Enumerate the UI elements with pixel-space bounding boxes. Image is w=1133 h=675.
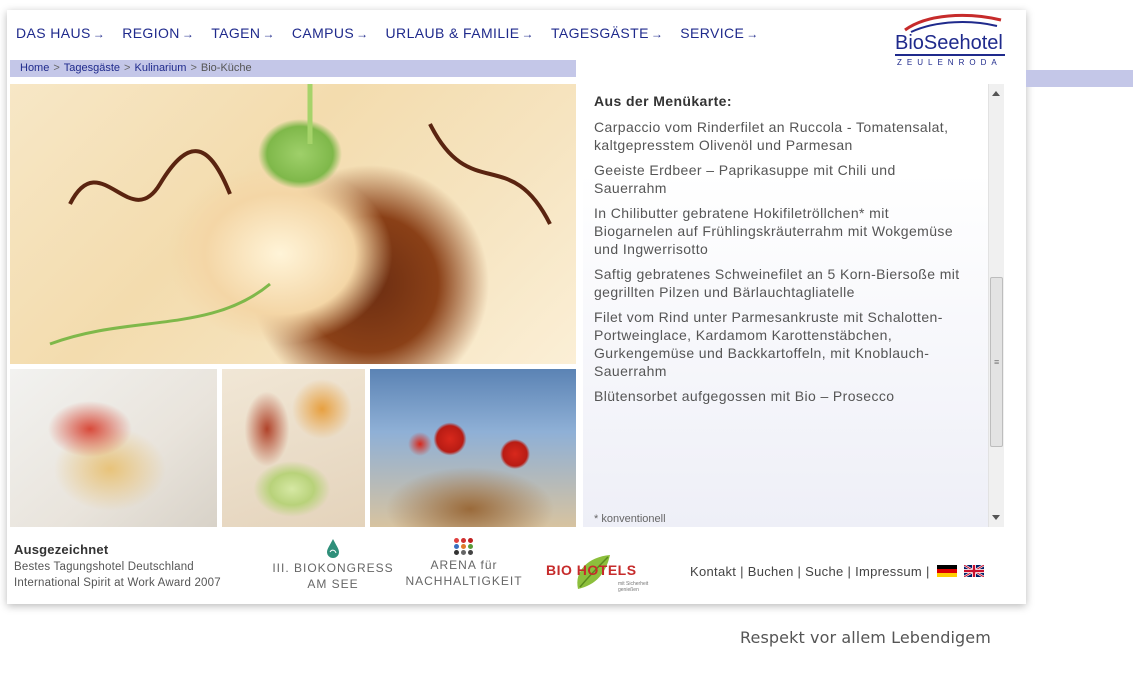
footer-links: Kontakt | Buchen | Suche | Impressum | — [690, 564, 984, 579]
nav-label: TAGESGÄSTE — [550, 25, 649, 41]
link-kontakt[interactable]: Kontakt — [690, 564, 736, 579]
breadcrumb-separator: > — [53, 62, 60, 74]
link-separator: | — [740, 564, 744, 579]
chocolate-swirl-decoration — [49, 84, 552, 346]
arena-line-2: NACHHALTIGKEIT — [405, 574, 523, 588]
biokongress-drop-icon — [327, 539, 339, 558]
breadcrumb-home[interactable]: Home — [20, 62, 49, 74]
menu-content: Aus der Menükarte: Carpaccio vom Rinderf… — [594, 92, 972, 412]
tagline: Respekt vor allem Lebendigem — [740, 628, 991, 647]
scroll-up-arrow-icon[interactable] — [992, 91, 1000, 96]
arrow-right-icon: → — [181, 27, 195, 41]
scrollbar-thumb[interactable]: ≡ — [990, 277, 1003, 447]
dish-photo-3 — [370, 369, 576, 527]
menu-scrollbar[interactable]: ≡ — [988, 84, 1004, 527]
nav-das-haus[interactable]: DAS HAUS → — [16, 25, 105, 41]
award-line-2: International Spirit at Work Award 2007 — [14, 577, 221, 589]
breadcrumb-tagesgaeste[interactable]: Tagesgäste — [64, 62, 120, 74]
header-extension-bar — [1026, 70, 1133, 87]
menu-item: In Chilibutter gebratene Hokifiletröllch… — [594, 205, 954, 257]
arrow-right-icon: → — [521, 27, 534, 41]
arena-dots-icon — [402, 538, 526, 555]
biokongress-line-2: AM SEE — [307, 577, 359, 591]
link-impressum[interactable]: Impressum — [855, 564, 922, 579]
link-separator: | — [925, 564, 930, 579]
menu-item: Blütensorbet aufgegossen mit Bio – Prose… — [594, 388, 895, 404]
breadcrumb-kulinarium[interactable]: Kulinarium — [134, 62, 186, 74]
menu-item: Filet vom Rind unter Parmesankruste mit … — [594, 309, 943, 379]
biohotels-sub: mit Sicherheit genießen — [618, 581, 649, 593]
breadcrumb-separator: > — [124, 62, 131, 74]
bioseehotel-logo-swoosh — [904, 13, 1002, 33]
nav-region[interactable]: REGION → — [122, 25, 194, 41]
link-separator: | — [797, 564, 802, 579]
arena-line-1: ARENA für — [430, 558, 498, 572]
menu-panel: Aus der Menükarte: Carpaccio vom Rinderf… — [583, 84, 1004, 527]
breadcrumb-separator: > — [190, 62, 197, 74]
breadcrumb-current: Bio-Küche — [200, 62, 252, 74]
biohotels-text: BIO HOTELS — [546, 562, 637, 578]
nav-label: DAS HAUS — [16, 25, 91, 41]
menu-item: Carpaccio vom Rinderfilet an Ruccola - T… — [594, 119, 949, 153]
nav-label: URLAUB & FAMILIE — [385, 25, 520, 41]
nav-service[interactable]: SERVICE → — [680, 25, 758, 41]
award-line-1: Bestes Tagungshotel Deutschland — [14, 561, 194, 573]
main-dish-photo — [10, 84, 576, 364]
link-separator: | — [847, 564, 852, 579]
grip-icon: ≡ — [994, 357, 1000, 367]
nav-label: CAMPUS — [291, 25, 355, 41]
biokongress-line-1: III. BIOKONGRESS — [272, 561, 394, 575]
dish-photo-1 — [10, 369, 217, 527]
scroll-down-arrow-icon[interactable] — [992, 515, 1000, 520]
arrow-right-icon: → — [650, 27, 664, 41]
uk-flag-icon[interactable] — [963, 565, 984, 577]
link-buchen[interactable]: Buchen — [748, 564, 794, 579]
nav-label: SERVICE — [680, 25, 745, 41]
menu-footnote: * konventionell — [594, 513, 666, 525]
breadcrumb: Home > Tagesgäste > Kulinarium > Bio-Küche — [10, 60, 576, 77]
award-title: Ausgezeichnet — [14, 542, 109, 557]
arrow-right-icon: → — [262, 27, 275, 41]
bioseehotel-logo[interactable]: BioSeehotel ZEULENRODA — [889, 12, 1011, 72]
nav-tagen[interactable]: TAGEN → — [211, 25, 275, 41]
nav-label: REGION — [122, 25, 180, 41]
nav-urlaub-familie[interactable]: URLAUB & FAMILIE → — [386, 25, 534, 41]
biohotels-logo[interactable]: BIO HOTELS mit Sicherheit genießen — [540, 553, 670, 593]
arena-badge[interactable]: ARENA für NACHHALTIGKEIT — [402, 538, 526, 589]
menu-item: Saftig gebratenes Schweinefilet an 5 Kor… — [594, 266, 960, 300]
dish-photo-2 — [222, 369, 365, 527]
biokongress-badge[interactable]: III. BIOKONGRESS AM SEE — [267, 538, 399, 592]
logo-city: ZEULENRODA — [897, 58, 1002, 67]
german-flag-icon[interactable] — [936, 565, 957, 577]
nav-campus[interactable]: CAMPUS → — [292, 25, 369, 41]
logo-name: BioSeehotel — [895, 32, 1005, 56]
nav-label: TAGEN — [211, 25, 261, 41]
arrow-right-icon: → — [92, 27, 106, 41]
menu-item: Geeiste Erdbeer – Paprikasuppe mit Chili… — [594, 162, 896, 196]
award-block: Ausgezeichnet Bestes Tagungshotel Deutsc… — [14, 542, 221, 591]
arrow-right-icon: → — [746, 27, 759, 41]
nav-tagesgaeste[interactable]: TAGESGÄSTE → — [551, 25, 663, 41]
menu-heading: Aus der Menükarte: — [594, 93, 732, 109]
link-suche[interactable]: Suche — [805, 564, 843, 579]
main-nav: DAS HAUS → REGION → TAGEN → CAMPUS → URLAUB … — [16, 25, 776, 41]
arrow-right-icon: → — [356, 27, 369, 41]
